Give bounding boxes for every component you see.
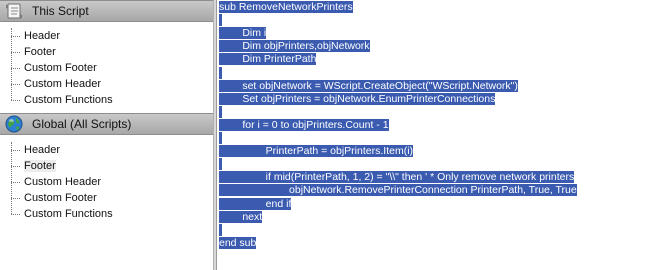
global-footer-item[interactable]: Footer — [0, 158, 213, 174]
global-scripts-header[interactable]: Global (All Scripts) — [0, 113, 213, 135]
global-custom-header-item[interactable]: Custom Header — [0, 174, 213, 190]
code-line: objNetwork.RemovePrinterConnection Print… — [219, 184, 577, 197]
code-line: set objNetwork = WScript.CreateObject("W… — [219, 79, 518, 92]
this-script-custom-footer-item[interactable]: Custom Footer — [0, 60, 213, 76]
code-line: Dim objPrinters,objNetwork — [219, 40, 370, 53]
globe-icon — [4, 114, 26, 134]
code-line: sub RemoveNetworkPrinters — [219, 1, 353, 13]
code-line: if mid(PrinterPath, 1, 2) = "\\" then ' … — [219, 171, 575, 184]
code-line — [219, 105, 222, 119]
global-custom-functions-item[interactable]: Custom Functions — [0, 206, 213, 222]
code-line — [219, 158, 222, 171]
code-line — [219, 14, 222, 27]
global-custom-footer-item[interactable]: Custom Footer — [0, 190, 213, 206]
code-line: Dim PrinterPath — [219, 53, 317, 66]
this-script-custom-functions-item[interactable]: Custom Functions — [0, 92, 213, 108]
this-script-custom-header-item[interactable]: Custom Header — [0, 76, 213, 92]
code-line — [219, 223, 222, 237]
script-scroll-icon — [4, 1, 26, 21]
this-script-header[interactable]: This Script — [0, 0, 213, 22]
code-line: next — [219, 210, 263, 223]
this-script-title: This Script — [32, 4, 89, 18]
global-header-item[interactable]: Header — [0, 142, 213, 158]
code-line: PrinterPath = objPrinters.Item(i) — [219, 145, 414, 158]
this-script-header-item[interactable]: Header — [0, 28, 213, 44]
this-script-footer-item[interactable]: Footer — [0, 44, 213, 60]
this-script-tree: Header Footer Custom Footer Custom Heade… — [0, 28, 213, 108]
script-sections-panel: This Script Header Footer Custom Footer … — [0, 0, 213, 270]
code-line: Dim i — [219, 27, 267, 40]
code-line: end sub — [219, 236, 257, 249]
code-line — [219, 132, 222, 145]
global-scripts-title: Global (All Scripts) — [32, 117, 132, 131]
global-scripts-tree: Header Footer Custom Header Custom Foote… — [0, 142, 213, 222]
code-line: for i = 0 to objPrinters.Count - 1 — [219, 118, 389, 131]
code-line — [219, 66, 222, 80]
code-line: end if — [219, 197, 292, 210]
code-editor[interactable]: sub RemoveNetworkPrinters Dim i Dim objP… — [217, 0, 668, 270]
code-line: Set objPrinters = objNetwork.EnumPrinter… — [219, 92, 496, 105]
